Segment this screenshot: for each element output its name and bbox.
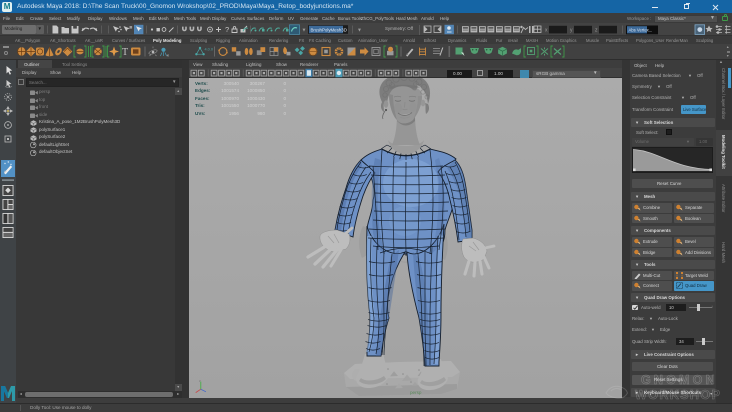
svg-text:Abs Vertex...: Abs Vertex...	[629, 27, 653, 32]
svg-text:x: x	[545, 28, 548, 34]
svg-text:×: ×	[167, 53, 170, 58]
svg-text:4.0.0: 4.0.0	[205, 48, 213, 52]
svg-text:z: z	[595, 28, 598, 34]
svg-text:y: y	[570, 28, 573, 34]
svg-text:T: T	[122, 47, 128, 58]
